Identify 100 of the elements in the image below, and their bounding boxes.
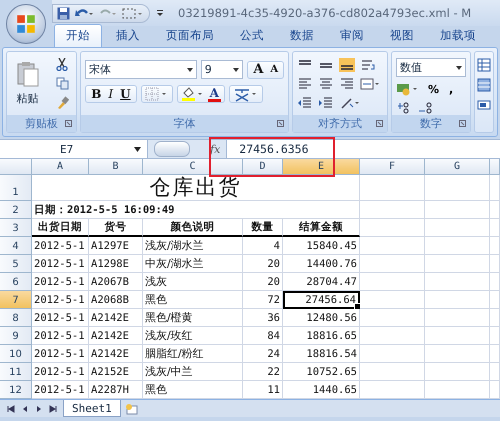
number-format-field[interactable]: 数值 <box>396 58 466 77</box>
empty-cell <box>425 363 490 381</box>
percent-button[interactable]: % <box>426 82 442 96</box>
column-header[interactable]: A <box>32 159 89 175</box>
empty-cell <box>490 201 500 219</box>
decrease-indent-icon[interactable] <box>297 96 314 110</box>
wrap-text-icon[interactable] <box>360 58 376 72</box>
caret-icon <box>186 68 193 72</box>
decrease-decimal-icon[interactable] <box>418 101 434 115</box>
customize-dropdown-icon[interactable] <box>156 9 164 17</box>
table-cell: 货号 <box>89 219 143 237</box>
empty-cell <box>425 345 490 363</box>
table-cell: 2012-5-1 <box>32 309 89 327</box>
table-cell: 颜色说明 <box>143 219 243 237</box>
font-size-field[interactable]: 9 <box>200 60 244 79</box>
borders-icon[interactable] <box>144 87 169 101</box>
sheet-tab[interactable]: Sheet1 <box>63 400 121 417</box>
empty-cell <box>490 219 500 237</box>
table-cell: A1298E <box>89 255 143 273</box>
row-header[interactable]: 9 <box>0 327 32 345</box>
column-header[interactable]: F <box>360 159 425 175</box>
ribbon-tab[interactable]: 加载项 <box>428 24 488 47</box>
empty-cell <box>360 327 425 345</box>
currency-icon[interactable] <box>396 82 420 96</box>
first-sheet-icon[interactable] <box>6 404 16 414</box>
save-icon[interactable] <box>57 6 70 20</box>
ribbon-tab[interactable]: 数据 <box>278 24 326 47</box>
row-header[interactable]: 2 <box>0 201 32 219</box>
table-icon[interactable] <box>477 58 491 72</box>
align-center-icon[interactable] <box>318 77 334 91</box>
table-cell: 15840.45 <box>283 237 360 255</box>
row-header[interactable]: 6 <box>0 273 32 291</box>
column-header[interactable]: E <box>283 159 360 175</box>
grow-font-button[interactable]: A <box>251 63 266 76</box>
row-header[interactable]: 8 <box>0 309 32 327</box>
paintbrush-icon[interactable] <box>56 96 69 110</box>
office-logo-icon <box>15 12 37 34</box>
fill-color-icon[interactable] <box>180 86 205 102</box>
ribbon-tab[interactable]: 审阅 <box>328 24 376 47</box>
empty-cell <box>490 273 500 291</box>
shrink-font-button[interactable]: A <box>268 64 280 74</box>
column-header[interactable]: G <box>425 159 490 175</box>
merge-cells-icon[interactable] <box>360 77 380 91</box>
ribbon-tab[interactable]: 开始 <box>54 24 102 47</box>
dotted-square-icon[interactable] <box>121 6 143 20</box>
scissors-icon[interactable] <box>56 58 68 70</box>
empty-cell <box>425 327 490 345</box>
formula-field[interactable]: 27456.6356 <box>226 140 500 158</box>
empty-cell <box>425 291 490 309</box>
row-header[interactable]: 1 <box>0 175 32 201</box>
table-cell: 2012-5-1 <box>32 345 89 363</box>
italic-button[interactable]: I <box>106 88 116 100</box>
ribbon-tab[interactable]: 插入 <box>104 24 152 47</box>
row-header[interactable]: 12 <box>0 381 32 399</box>
empty-cell <box>360 309 425 327</box>
ribbon-tab[interactable]: 公式 <box>228 24 276 47</box>
column-header[interactable]: C <box>143 159 243 175</box>
caret-icon <box>134 146 141 152</box>
row-header[interactable]: 3 <box>0 219 32 237</box>
empty-cell <box>425 237 490 255</box>
row-header[interactable]: 10 <box>0 345 32 363</box>
name-box[interactable]: E7 <box>0 140 148 158</box>
ribbon-tab[interactable]: 页面布局 <box>154 24 226 47</box>
column-header[interactable]: B <box>89 159 143 175</box>
text-orientation-icon[interactable] <box>339 96 362 110</box>
align-bottom-icon[interactable] <box>339 58 356 72</box>
bold-button[interactable]: B <box>89 88 104 100</box>
empty-cell <box>490 309 500 327</box>
office-button[interactable] <box>6 4 46 44</box>
last-sheet-icon[interactable] <box>48 404 58 414</box>
underline-button[interactable]: U <box>118 88 133 100</box>
window-title: 03219891-4c35-4920-a376-cd802a4793ec.xml - M <box>178 6 472 20</box>
group-label: 数字 <box>420 116 442 131</box>
dialog-launcher-icon[interactable] <box>376 120 383 127</box>
table-cell: A1297E <box>89 237 143 255</box>
paste-button[interactable]: 粘贴 <box>14 59 41 108</box>
row-header[interactable]: 7 <box>0 291 32 309</box>
font-name-field[interactable]: 宋体 <box>85 60 197 79</box>
dialog-launcher-icon[interactable] <box>65 120 72 127</box>
increase-indent-icon[interactable] <box>318 96 334 110</box>
table-cell: 黑色 <box>143 291 243 309</box>
copy-icon[interactable] <box>56 76 69 90</box>
dialog-launcher-icon[interactable] <box>459 120 466 127</box>
table-cell: 胭脂红/粉红 <box>143 345 243 363</box>
row-header[interactable]: 11 <box>0 363 32 381</box>
align-right-icon[interactable] <box>339 77 356 91</box>
column-header[interactable]: D <box>243 159 283 175</box>
comma-button[interactable]: , <box>447 82 456 96</box>
group-label: 剪贴板 <box>25 116 58 131</box>
dialog-launcher-icon[interactable] <box>277 120 284 127</box>
cell-styles-icon[interactable] <box>477 98 491 112</box>
row-header[interactable]: 4 <box>0 237 32 255</box>
format-table-icon[interactable] <box>477 78 491 92</box>
row-header[interactable]: 5 <box>0 255 32 273</box>
ribbon-tab[interactable]: 视图 <box>378 24 426 47</box>
splitter-handle[interactable] <box>154 141 190 157</box>
empty-cell <box>360 219 425 237</box>
align-left-icon[interactable] <box>297 77 314 91</box>
table-cell: 出货日期 <box>32 219 89 237</box>
table-cell: 72 <box>243 291 283 309</box>
